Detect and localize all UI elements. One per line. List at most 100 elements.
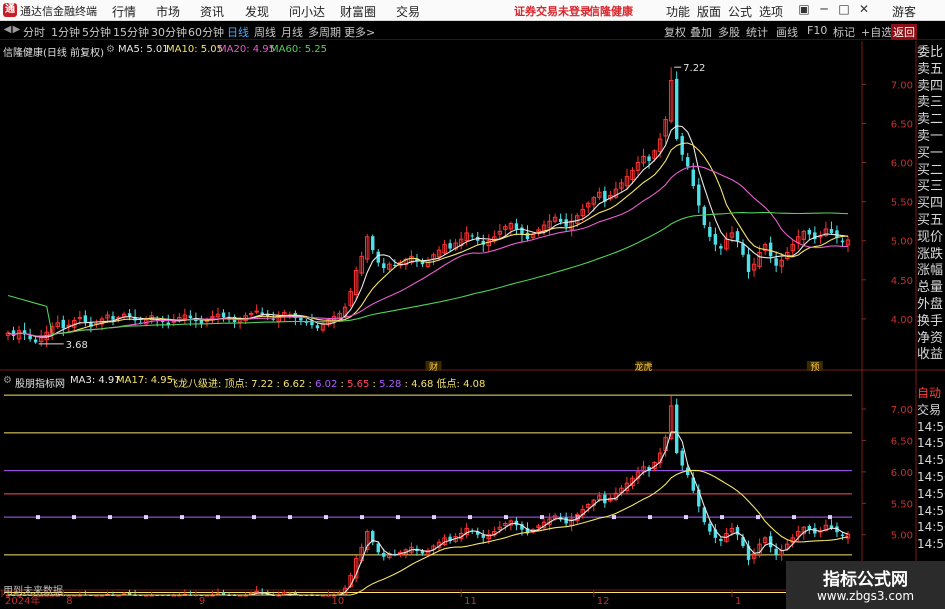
level-dot <box>432 515 436 520</box>
x-tick-label: 12 <box>597 596 610 607</box>
menu-options[interactable]: 选项 <box>759 3 783 20</box>
period-tab-15min[interactable]: 15分钟 <box>113 24 149 40</box>
ind-candle-up <box>248 592 254 595</box>
quote-row: 卖三 <box>917 95 944 111</box>
main-candle-down <box>674 78 679 140</box>
y-tick-label: 6.50 <box>891 119 913 130</box>
level-dot <box>180 515 184 520</box>
menu-info[interactable]: 资讯 <box>200 3 224 20</box>
auto-trade-title[interactable]: 自动 <box>917 385 945 402</box>
menu-trade[interactable]: 交易 <box>396 3 420 20</box>
main-candle-down <box>735 231 740 241</box>
x-tick-label: 1 <box>735 596 741 607</box>
menu-discover[interactable]: 发现 <box>245 3 269 20</box>
ind-candle-down <box>708 523 712 532</box>
low-price-label: 3.68 <box>66 340 88 351</box>
period-tab-timeshare[interactable]: 分时 <box>23 24 45 40</box>
menu-market[interactable]: 市场 <box>156 3 180 20</box>
level-dot <box>540 515 544 520</box>
login-notice[interactable]: 证券交易未登录 <box>514 3 591 19</box>
minimize-icon[interactable]: ─ <box>816 2 832 16</box>
ma10-line <box>7 142 849 337</box>
tool-draw[interactable]: 画线 <box>776 24 798 40</box>
main-candle-down <box>260 312 264 315</box>
ma3-label: MA3: 4.97 <box>70 375 121 386</box>
quote-row: 买三 <box>917 179 944 195</box>
level-dot <box>324 515 328 520</box>
period-tab-60min[interactable]: 60分钟 <box>188 24 224 40</box>
menu-function[interactable]: 功能 <box>666 3 690 20</box>
quote-row: 净资 <box>917 330 944 346</box>
chart-svg[interactable]: 7.00 6.50 6.00 5.50 5.00 4.50 4.00 7.00 6.50 6.00… <box>0 41 945 609</box>
main-candle-down <box>807 229 812 235</box>
main-candle-down <box>558 218 563 222</box>
menu-ask[interactable]: 问小达 <box>289 3 325 20</box>
main-candle-down <box>829 229 834 233</box>
tool-adjust[interactable]: 复权 <box>664 24 686 40</box>
main-candle-down <box>61 319 65 329</box>
ma10-label: MA10: 5.05 <box>166 44 224 55</box>
ind-candle-down <box>840 534 845 536</box>
quote-row: 买一 <box>917 145 944 161</box>
stock-name-link[interactable]: 信隆健康 <box>589 3 633 19</box>
period-tab-30min[interactable]: 30分钟 <box>151 24 187 40</box>
period-tab-5min[interactable]: 5分钟 <box>82 24 111 40</box>
period-tab-1min[interactable]: 1分钟 <box>51 24 80 40</box>
tool-overlay[interactable]: 叠加 <box>690 24 712 40</box>
watermark-url: www.zbgs3.com <box>816 589 915 603</box>
tool-f10[interactable]: F10 <box>807 24 827 37</box>
ind-candle-down <box>376 543 380 553</box>
level-dot <box>288 515 292 520</box>
period-tab-weekly[interactable]: 周线 <box>254 24 276 40</box>
x-tick-label: 8 <box>66 596 72 607</box>
main-candle-down <box>448 243 452 249</box>
ind-candle-down <box>680 450 684 466</box>
tool-stats[interactable]: 统计 <box>746 24 768 40</box>
high-price-label: 7.22 <box>683 63 705 74</box>
main-candle-down <box>774 258 778 266</box>
tool-add-watch[interactable]: +自选 <box>861 24 892 40</box>
x-tick-label: 10 <box>332 596 345 607</box>
menu-formula[interactable]: 公式 <box>728 3 752 20</box>
kline-chart-area[interactable]: 7.00 6.50 6.00 5.50 5.00 4.50 4.00 7.00 6.50 6.00… <box>0 41 945 609</box>
user-guest[interactable]: 游客 <box>892 3 916 20</box>
menu-quotes[interactable]: 行情 <box>112 3 136 20</box>
main-candle-down <box>697 184 701 206</box>
level-dot <box>36 515 40 520</box>
main-candle-down <box>470 235 474 237</box>
indicator-gear-icon[interactable]: ⚙ <box>3 375 12 386</box>
y-tick-label: 5.50 <box>891 499 913 510</box>
app-title: 通达信金融终端 <box>20 5 97 18</box>
main-candle-down <box>768 242 773 257</box>
period-tab-multi[interactable]: 多周期 <box>308 24 341 40</box>
period-tab-daily[interactable]: 日线 <box>227 24 249 40</box>
nav-next-icon[interactable]: ▶ <box>12 24 21 35</box>
maximize-icon[interactable]: □ <box>836 2 852 16</box>
back-button[interactable]: 返回 <box>891 24 917 40</box>
menu-wealth[interactable]: 财富圈 <box>340 3 376 20</box>
nav-prev-icon[interactable]: ◀ <box>3 24 12 35</box>
tool-mark[interactable]: 标记 <box>833 24 855 40</box>
period-tab-monthly[interactable]: 月线 <box>281 24 303 40</box>
ma17-label: MA17: 4.95 <box>116 375 174 386</box>
indicator-levels-label: 飞龙八级进: 顶点: 7.22 : 6.62 : 6.02 : 5.65 : 5… <box>168 375 485 390</box>
event-marker: 财 <box>429 361 438 373</box>
ind-candle-down <box>768 536 773 548</box>
menu-layout[interactable]: 版面 <box>697 3 721 20</box>
main-candle-down <box>188 315 193 319</box>
main-candle-down <box>111 316 115 320</box>
trade-time: 14:56 <box>917 453 945 468</box>
quote-row: 买五 <box>917 212 944 228</box>
title-bar: 通 通达信金融终端 行情 市场 资讯 发现 问小达 财富圈 交易 证券交易未登录… <box>0 0 945 21</box>
period-tab-more[interactable]: 更多> <box>344 24 375 40</box>
y-tick-label: 4.00 <box>891 315 913 326</box>
settings-gear-icon[interactable]: ⚙ <box>106 44 115 55</box>
ma20-label: MA20: 4.95 <box>218 44 276 55</box>
restore-layout-icon[interactable]: ▣ <box>796 2 812 16</box>
tool-multi-stock[interactable]: 多股 <box>718 24 740 40</box>
main-candle-up <box>254 310 259 313</box>
y-tick-label: 7.00 <box>891 80 913 91</box>
close-icon[interactable]: ✕ <box>856 2 872 16</box>
main-candle-down <box>382 263 386 269</box>
level-dot <box>828 515 832 520</box>
